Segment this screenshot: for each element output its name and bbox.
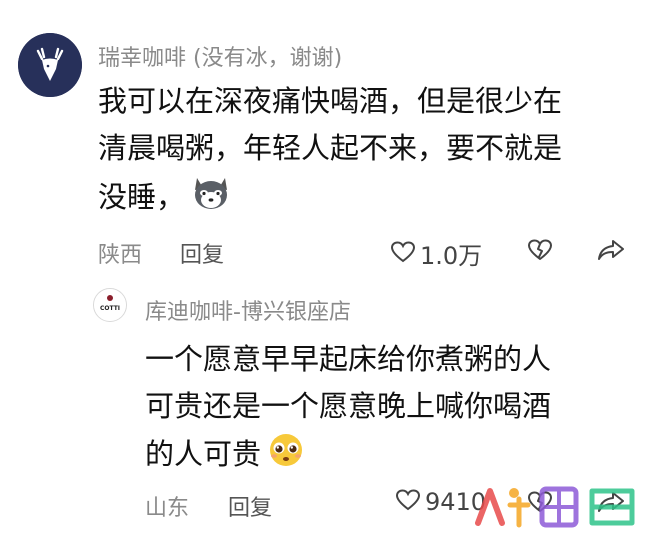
avatar-text: COTTI	[100, 305, 120, 312]
reply-text-line-last: 的人可贵	[145, 430, 551, 482]
avatar[interactable]	[18, 33, 82, 97]
comment-text-line-last: 没睡，	[98, 172, 562, 226]
comment-body: 我可以在深夜痛快喝酒，但是很少在 清晨喝粥，年轻人起不来，要不就是 没睡，	[98, 78, 562, 226]
deer-logo-icon	[18, 33, 82, 97]
dislike-button[interactable]	[527, 238, 553, 266]
reply-avatar[interactable]: COTTI	[93, 288, 127, 322]
comment-location: 陕西	[98, 243, 143, 268]
reply-text-line-3: 的人可贵	[145, 437, 262, 471]
heart-icon	[390, 240, 416, 268]
like-count: 1.0万	[420, 242, 483, 270]
reply-location: 山东	[145, 496, 190, 521]
reply-reply-button[interactable]: 回复	[228, 490, 272, 522]
reply-text-line: 一个愿意早早起床给你煮粥的人	[145, 342, 552, 376]
comment-author[interactable]: 瑞幸咖啡 (没有冰，谢谢)	[98, 40, 342, 72]
comment-text-line: 我可以在深夜痛快喝酒，但是很少在	[98, 84, 563, 118]
share-icon	[597, 240, 625, 266]
dislike-heart-icon	[527, 239, 553, 266]
reply-author[interactable]: 库迪咖啡-博兴银座店	[145, 294, 351, 326]
pleading-face-emoji-icon	[265, 430, 307, 482]
cotti-logo-icon: COTTI	[94, 289, 126, 321]
watermark-logo	[470, 481, 642, 533]
reply-button[interactable]: 回复	[180, 237, 224, 269]
reply-body: 一个愿意早早起床给你煮粥的人 可贵还是一个愿意晚上喊你喝酒 的人可贵	[145, 336, 551, 482]
comment-text-line-3: 没睡，	[98, 180, 186, 214]
watermark-logo-icon	[475, 486, 635, 528]
heart-icon	[395, 488, 421, 516]
like-button[interactable]: 1.0万	[390, 236, 482, 271]
reply-text-line: 可贵还是一个愿意晚上喊你喝酒	[145, 389, 552, 423]
share-button[interactable]	[597, 238, 625, 266]
comment-text-line: 清晨喝粥，年轻人起不来，要不就是	[98, 131, 563, 165]
husky-dog-emoji-icon	[189, 172, 233, 226]
